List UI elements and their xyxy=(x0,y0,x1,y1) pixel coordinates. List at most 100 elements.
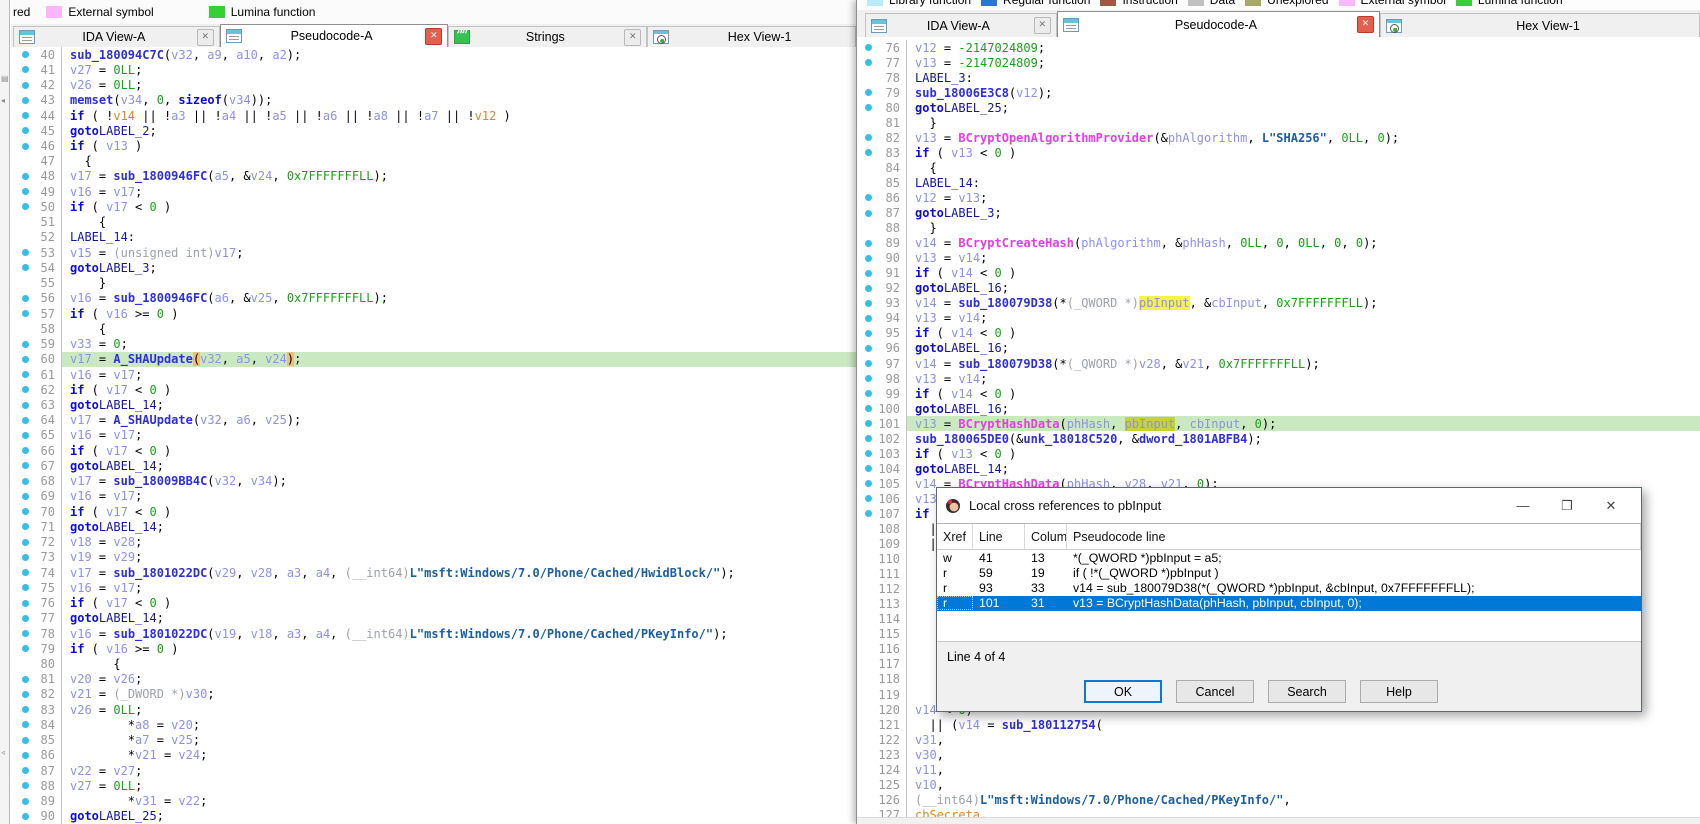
code-line[interactable]: 57 if ( v16 >= 0 ) xyxy=(11,306,856,321)
code-text[interactable]: if ( v16 >= 0 ) xyxy=(62,306,856,321)
line-gutter[interactable]: 47 xyxy=(11,154,62,169)
code-line[interactable]: 89 *v31 = v22; xyxy=(11,793,856,808)
line-gutter[interactable]: 55 xyxy=(11,276,62,291)
breakpoint-dot[interactable] xyxy=(861,405,875,412)
breakpoint-dot[interactable] xyxy=(17,706,33,713)
line-gutter[interactable]: 85 xyxy=(11,733,62,748)
breakpoint-dot[interactable] xyxy=(861,149,875,156)
code-line[interactable]: 46 if ( v13 ) xyxy=(11,138,856,153)
breakpoint-dot[interactable] xyxy=(17,97,33,104)
line-gutter[interactable]: 108 xyxy=(857,522,907,537)
code-text[interactable]: v13 = v14; xyxy=(907,371,1700,386)
close-tab-icon[interactable]: ✕ xyxy=(1357,16,1374,33)
code-text[interactable]: v16 = v17; xyxy=(62,184,856,199)
code-text[interactable]: goto LABEL_25; xyxy=(62,809,856,824)
code-line[interactable]: 89 v14 = BCryptCreateHash(phAlgorithm, &… xyxy=(857,236,1700,251)
line-gutter[interactable]: 102 xyxy=(857,431,907,446)
code-line[interactable]: 61 v16 = v17; xyxy=(11,367,856,382)
line-gutter[interactable]: 59 xyxy=(11,336,62,351)
breakpoint-dot[interactable] xyxy=(861,450,875,457)
tab-pseudocode-a[interactable]: Pseudocode-A✕ xyxy=(1057,11,1380,37)
code-text[interactable]: if ( v13 < 0 ) xyxy=(907,446,1700,461)
line-gutter[interactable]: 71 xyxy=(11,519,62,534)
breakpoint-dot[interactable] xyxy=(861,345,875,352)
code-line[interactable]: 44 if ( !v14 || !a3 || !a4 || !a5 || !a6… xyxy=(11,108,856,123)
code-line[interactable]: 122 v31, xyxy=(857,732,1700,747)
code-text[interactable]: v33 = 0; xyxy=(62,336,856,351)
code-text[interactable]: if ( v13 < 0 ) xyxy=(907,145,1700,160)
xref-row[interactable]: r10131v13 = BCryptHashData(phHash, pbInp… xyxy=(937,596,1641,611)
line-gutter[interactable]: 96 xyxy=(857,341,907,356)
code-line[interactable]: 45 goto LABEL_2; xyxy=(11,123,856,138)
breakpoint-dot[interactable] xyxy=(861,435,875,442)
line-gutter[interactable]: 73 xyxy=(11,550,62,565)
code-line[interactable]: 90 v13 = v14; xyxy=(857,251,1700,266)
code-text[interactable]: v16 = v17; xyxy=(62,580,856,595)
tab-ida-view-a[interactable]: IDA View-A✕ xyxy=(13,26,220,47)
code-text[interactable]: v13 = BCryptOpenAlgorithmProvider(&phAlg… xyxy=(907,130,1700,145)
line-gutter[interactable]: 112 xyxy=(857,582,907,597)
code-line[interactable]: 74 v17 = sub_1801022DC(v29, v28, a3, a4,… xyxy=(11,565,856,580)
collapse-arrow-icon[interactable]: ◂ xyxy=(1,96,5,105)
code-text[interactable]: v19 = v29; xyxy=(62,550,856,565)
breakpoint-dot[interactable] xyxy=(861,59,875,66)
line-gutter[interactable]: 70 xyxy=(11,504,62,519)
breakpoint-dot[interactable] xyxy=(17,249,33,256)
line-gutter[interactable]: 97 xyxy=(857,356,907,371)
breakpoint-dot[interactable] xyxy=(17,386,33,393)
breakpoint-dot[interactable] xyxy=(17,402,33,409)
code-line[interactable]: 79 sub_18006E3C8(v12); xyxy=(857,85,1700,100)
code-text[interactable]: v21 = (_DWORD *)v30; xyxy=(62,687,856,702)
line-gutter[interactable]: 115 xyxy=(857,627,907,642)
xref-dialog-titlebar[interactable]: Local cross references to pbInput — ❐ ✕ xyxy=(937,488,1641,524)
code-line[interactable]: 76 v12 = -2147024809; xyxy=(857,40,1700,55)
code-text[interactable]: if ( v17 < 0 ) xyxy=(62,199,856,214)
breakpoint-dot[interactable] xyxy=(861,375,875,382)
line-gutter[interactable]: 93 xyxy=(857,296,907,311)
breakpoint-dot[interactable] xyxy=(17,447,33,454)
breakpoint-dot[interactable] xyxy=(861,465,875,472)
code-line[interactable]: 83 if ( v13 < 0 ) xyxy=(857,145,1700,160)
code-text[interactable]: LABEL_14: xyxy=(62,230,856,245)
line-gutter[interactable]: 82 xyxy=(11,687,62,702)
line-gutter[interactable]: 88 xyxy=(857,221,907,236)
code-text[interactable]: v16 = v17; xyxy=(62,428,856,443)
code-line[interactable]: 84 { xyxy=(857,160,1700,175)
code-line[interactable]: 92 goto LABEL_16; xyxy=(857,281,1700,296)
breakpoint-dot[interactable] xyxy=(17,356,33,363)
tab-hex-view-1[interactable]: Hex View-1 xyxy=(1380,13,1700,37)
breakpoint-dot[interactable] xyxy=(17,371,33,378)
line-gutter[interactable]: 99 xyxy=(857,386,907,401)
line-gutter[interactable]: 98 xyxy=(857,371,907,386)
line-gutter[interactable]: 110 xyxy=(857,552,907,567)
line-gutter[interactable]: 50 xyxy=(11,199,62,214)
code-text[interactable]: v17 = sub_18009BB4C(v32, v34); xyxy=(62,474,856,489)
code-text[interactable]: v13 = v14; xyxy=(907,311,1700,326)
breakpoint-dot[interactable] xyxy=(861,315,875,322)
breakpoint-dot[interactable] xyxy=(17,295,33,302)
code-text[interactable]: v31, xyxy=(907,732,1700,747)
breakpoint-dot[interactable] xyxy=(861,255,875,262)
line-gutter[interactable]: 106 xyxy=(857,491,907,506)
code-text[interactable]: goto LABEL_14; xyxy=(62,397,856,412)
code-line[interactable]: 43 memset(v34, 0, sizeof(v34)); xyxy=(11,93,856,108)
breakpoint-dot[interactable] xyxy=(17,341,33,348)
breakpoint-dot[interactable] xyxy=(17,615,33,622)
code-line[interactable]: 69 v16 = v17; xyxy=(11,489,856,504)
line-gutter[interactable]: 66 xyxy=(11,443,62,458)
code-text[interactable]: v17 = A_SHAUpdate(v32, a5, v24); xyxy=(62,352,856,367)
code-text[interactable]: } xyxy=(907,115,1700,130)
line-gutter[interactable]: 94 xyxy=(857,311,907,326)
panel-grip-icon[interactable]: ▤ xyxy=(1,74,9,83)
code-line[interactable]: 53 v15 = (unsigned int)v17; xyxy=(11,245,856,260)
code-text[interactable]: goto LABEL_14; xyxy=(907,461,1700,476)
column-header-line[interactable]: Line xyxy=(973,524,1025,549)
breakpoint-dot[interactable] xyxy=(17,432,33,439)
breakpoint-dot[interactable] xyxy=(861,420,875,427)
line-gutter[interactable]: 51 xyxy=(11,215,62,230)
tab-pseudocode-a[interactable]: Pseudocode-A✕ xyxy=(220,24,449,47)
line-gutter[interactable]: 46 xyxy=(11,138,62,153)
breakpoint-dot[interactable] xyxy=(17,600,33,607)
code-text[interactable]: if ( v17 < 0 ) xyxy=(62,595,856,610)
breakpoint-dot[interactable] xyxy=(861,330,875,337)
